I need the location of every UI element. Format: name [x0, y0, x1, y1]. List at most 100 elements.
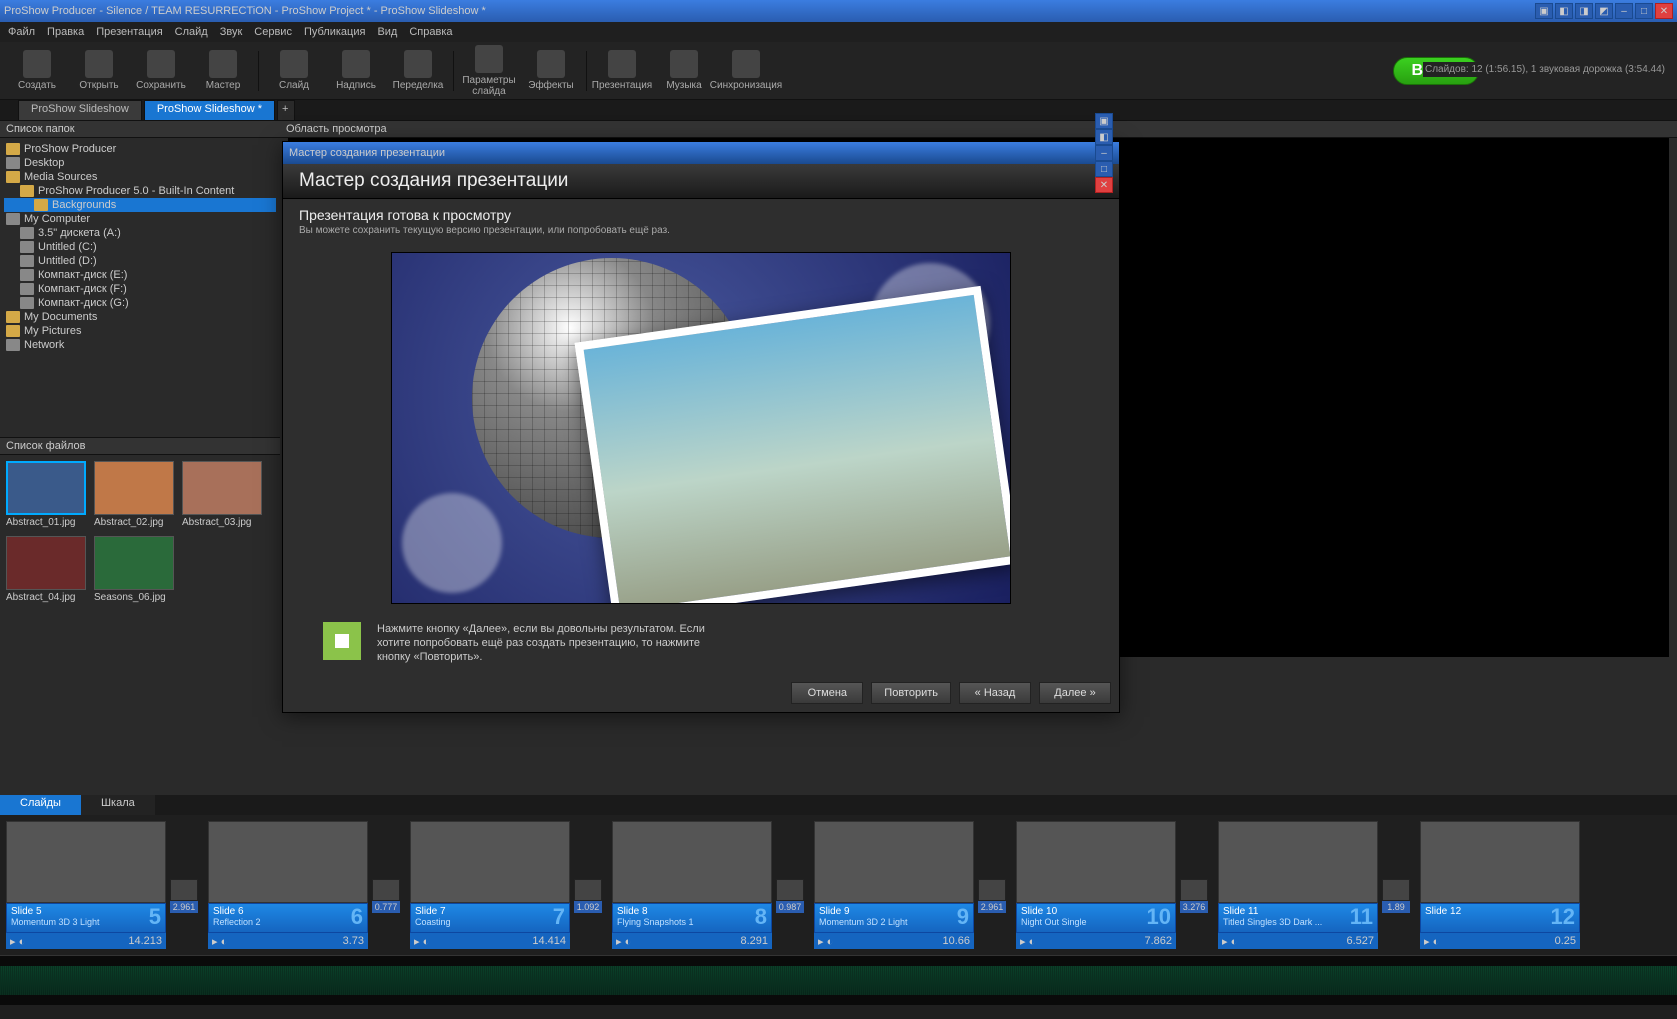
menu-Справка[interactable]: Справка	[409, 26, 452, 38]
slide-8[interactable]: Slide 8Flying Snapshots 18▸ ◐8.291	[612, 821, 772, 949]
transition-7[interactable]: 1.092	[574, 879, 602, 917]
toolbar-icon	[147, 50, 175, 78]
menu-Звук[interactable]: Звук	[220, 26, 243, 38]
drive-icon	[20, 269, 34, 281]
close-button[interactable]: ✕	[1655, 3, 1673, 19]
dlg-minimize[interactable]: –	[1095, 145, 1113, 161]
tree-Untitled (C:)[interactable]: Untitled (C:)	[4, 240, 276, 254]
tb-Надпись[interactable]: Надпись	[325, 50, 387, 91]
play-icon[interactable]: ▸ ◐	[10, 935, 25, 948]
folder-icon	[34, 199, 48, 211]
stop-icon[interactable]	[323, 622, 361, 660]
menu-Публикация[interactable]: Публикация	[304, 26, 365, 38]
tree-ProShow Producer[interactable]: ProShow Producer	[4, 142, 276, 156]
tree-Media Sources[interactable]: Media Sources	[4, 170, 276, 184]
file-Seasons_06.jpg[interactable]: Seasons_06.jpg	[94, 536, 174, 603]
audio-waveform[interactable]	[0, 955, 1677, 1005]
tree-Компакт-диск (E:)[interactable]: Компакт-диск (E:)	[4, 268, 276, 282]
win-btn-4[interactable]: ◩	[1595, 3, 1613, 19]
file-Abstract_03.jpg[interactable]: Abstract_03.jpg	[182, 461, 262, 528]
tree-Компакт-диск (G:)[interactable]: Компакт-диск (G:)	[4, 296, 276, 310]
tl-tab-scale[interactable]: Шкала	[81, 795, 155, 815]
tb-Презентация[interactable]: Презентация	[591, 50, 653, 91]
menu-Правка[interactable]: Правка	[47, 26, 84, 38]
menubar: Файл Правка Презентация Слайд Звук Сервис Публ…	[0, 22, 1677, 42]
file-Abstract_01.jpg[interactable]: Abstract_01.jpg	[6, 461, 86, 528]
doc-tab-2[interactable]: ProShow Slideshow *	[144, 100, 275, 120]
tree-My Pictures[interactable]: My Pictures	[4, 324, 276, 338]
tb-Сохранить[interactable]: Сохранить	[130, 50, 192, 91]
slide-5[interactable]: Slide 5Momentum 3D 3 Light5▸ ◐14.213	[6, 821, 166, 949]
slide-strip[interactable]: Slide 5Momentum 3D 3 Light5▸ ◐14.2132.96…	[0, 815, 1677, 955]
dialog-subtext: Вы можете сохранить текущую версию презе…	[299, 225, 1103, 236]
play-icon[interactable]: ▸ ◐	[1222, 935, 1237, 948]
slide-9[interactable]: Slide 9Momentum 3D 2 Light9▸ ◐10.66	[814, 821, 974, 949]
menu-Сервис[interactable]: Сервис	[254, 26, 292, 38]
tree-Network[interactable]: Network	[4, 338, 276, 352]
tb-Открыть[interactable]: Открыть	[68, 50, 130, 91]
menu-Презентация[interactable]: Презентация	[96, 26, 162, 38]
transition-6[interactable]: 0.777	[372, 879, 400, 917]
tree-Компакт-диск (F:)[interactable]: Компакт-диск (F:)	[4, 282, 276, 296]
menu-Файл[interactable]: Файл	[8, 26, 35, 38]
transition-11[interactable]: 1.89	[1382, 879, 1410, 917]
cancel-button[interactable]: Отмена	[791, 682, 863, 704]
doc-tab-1[interactable]: ProShow Slideshow	[18, 100, 142, 120]
tree-Backgrounds[interactable]: Backgrounds	[4, 198, 276, 212]
menu-Вид[interactable]: Вид	[377, 26, 397, 38]
dlg-maximize[interactable]: □	[1095, 161, 1113, 177]
win-btn-3[interactable]: ◨	[1575, 3, 1593, 19]
play-icon[interactable]: ▸ ◐	[818, 935, 833, 948]
transition-10[interactable]: 3.276	[1180, 879, 1208, 917]
file-Abstract_02.jpg[interactable]: Abstract_02.jpg	[94, 461, 174, 528]
tb-Слайд[interactable]: Слайд	[263, 50, 325, 91]
slide-12[interactable]: Slide 1212▸ ◐0.25	[1420, 821, 1580, 949]
transition-icon	[574, 879, 602, 901]
tb-Эффекты[interactable]: Эффекты	[520, 50, 582, 91]
tb-Создать[interactable]: Создать	[6, 50, 68, 91]
slide-10[interactable]: Slide 10Night Out Single10▸ ◐7.862	[1016, 821, 1176, 949]
file-Abstract_04.jpg[interactable]: Abstract_04.jpg	[6, 536, 86, 603]
dlg-btn-1[interactable]: ▣	[1095, 113, 1113, 129]
win-btn-2[interactable]: ◧	[1555, 3, 1573, 19]
win-btn-1[interactable]: ▣	[1535, 3, 1553, 19]
play-icon[interactable]: ▸ ◐	[212, 935, 227, 948]
minimize-button[interactable]: –	[1615, 3, 1633, 19]
add-tab-button[interactable]: +	[277, 100, 295, 120]
slide-7[interactable]: Slide 7Coasting7▸ ◐14.414	[410, 821, 570, 949]
play-icon[interactable]: ▸ ◐	[616, 935, 631, 948]
tree-My Documents[interactable]: My Documents	[4, 310, 276, 324]
transition-9[interactable]: 2.961	[978, 879, 1006, 917]
tree-My Computer[interactable]: My Computer	[4, 212, 276, 226]
dlg-close[interactable]: ✕	[1095, 177, 1113, 193]
tb-Синхронизация[interactable]: Синхронизация	[715, 50, 777, 91]
tb-Параметры слайда[interactable]: Параметры слайда	[458, 45, 520, 97]
menu-Слайд[interactable]: Слайд	[175, 26, 208, 38]
slide-6[interactable]: Slide 6Reflection 26▸ ◐3.73	[208, 821, 368, 949]
tree-Desktop[interactable]: Desktop	[4, 156, 276, 170]
back-button[interactable]: « Назад	[959, 682, 1031, 704]
transition-5[interactable]: 2.961	[170, 879, 198, 917]
retry-button[interactable]: Повторить	[871, 682, 951, 704]
tb-Музыка[interactable]: Музыка	[653, 50, 715, 91]
tree-3.5" дискета (A:)[interactable]: 3.5" дискета (A:)	[4, 226, 276, 240]
slide-11[interactable]: Slide 11Titled Singles 3D Dark ...11▸ ◐6…	[1218, 821, 1378, 949]
tb-Мастер[interactable]: Мастер	[192, 50, 254, 91]
toolbar-icon	[670, 50, 698, 78]
tl-tab-slides[interactable]: Слайды	[0, 795, 81, 815]
dlg-btn-2[interactable]: ◧	[1095, 129, 1113, 145]
tb-Переделка[interactable]: Переделка	[387, 50, 449, 91]
tree-Untitled (D:)[interactable]: Untitled (D:)	[4, 254, 276, 268]
play-icon[interactable]: ▸ ◐	[1020, 935, 1035, 948]
tree-ProShow Producer 5.0 - Built-In Content[interactable]: ProShow Producer 5.0 - Built-In Content	[4, 184, 276, 198]
thumbnail-image	[94, 461, 174, 515]
slide-thumb	[1016, 821, 1176, 903]
drive-icon	[20, 255, 34, 267]
transition-icon	[1382, 879, 1410, 901]
transition-8[interactable]: 0.987	[776, 879, 804, 917]
next-button[interactable]: Далее »	[1039, 682, 1111, 704]
play-icon[interactable]: ▸ ◐	[414, 935, 429, 948]
maximize-button[interactable]: □	[1635, 3, 1653, 19]
slide-thumb	[1218, 821, 1378, 903]
play-icon[interactable]: ▸ ◐	[1424, 935, 1439, 948]
